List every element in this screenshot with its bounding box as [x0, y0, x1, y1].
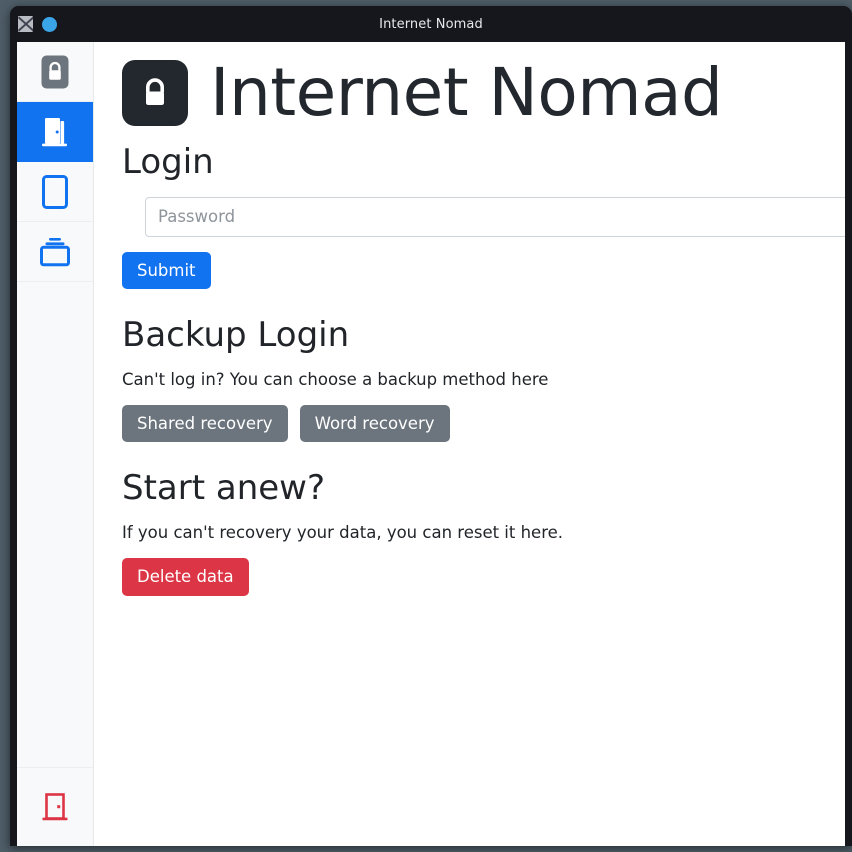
start-anew-heading: Start anew?	[122, 468, 326, 509]
sidebar-item-logout[interactable]	[17, 768, 93, 846]
backup-login-description: Can't log in? You can choose a backup me…	[122, 370, 549, 390]
backup-login-heading: Backup Login	[122, 315, 350, 356]
recovery-button-row: Shared recovery Word recovery	[122, 405, 845, 443]
sidebar-item-notes[interactable]	[17, 162, 93, 222]
brand-header: Internet Nomad	[122, 60, 845, 126]
archive-box-icon	[39, 237, 71, 267]
title-bar-icons	[10, 16, 57, 32]
exit-door-icon	[38, 790, 72, 824]
login-heading: Login	[122, 142, 214, 182]
shared-recovery-button[interactable]: Shared recovery	[122, 405, 288, 443]
lock-logo-icon	[122, 60, 188, 126]
main-content: Internet Nomad Login Submit Backup Login…	[94, 42, 845, 846]
start-anew-description: If you can't recovery your data, you can…	[122, 523, 564, 543]
page-title: Internet Nomad	[210, 54, 723, 131]
delete-row: Delete data	[122, 558, 845, 596]
door-icon	[40, 116, 70, 148]
card-icon	[42, 174, 68, 209]
sidebar-item-archive[interactable]	[17, 222, 93, 282]
window-title: Internet Nomad	[379, 16, 483, 32]
sidebar	[17, 42, 94, 846]
title-bar: Internet Nomad	[10, 6, 852, 42]
application-window: Internet Nomad Internet Nomad Login Subm…	[10, 6, 852, 846]
blue-circle-icon[interactable]	[42, 16, 57, 32]
submit-row: Submit	[122, 251, 845, 290]
word-recovery-button[interactable]: Word recovery	[299, 405, 450, 443]
sidebar-item-login[interactable]	[17, 102, 93, 162]
submit-button[interactable]: Submit	[122, 251, 211, 290]
window-app-icon[interactable]	[18, 16, 33, 32]
lock-badge-icon	[41, 55, 69, 89]
password-input[interactable]	[145, 196, 845, 237]
app-body: Internet Nomad Login Submit Backup Login…	[17, 42, 845, 846]
delete-data-button[interactable]: Delete data	[122, 558, 249, 596]
sidebar-item-vault[interactable]	[17, 42, 93, 102]
sidebar-spacer	[17, 282, 93, 768]
